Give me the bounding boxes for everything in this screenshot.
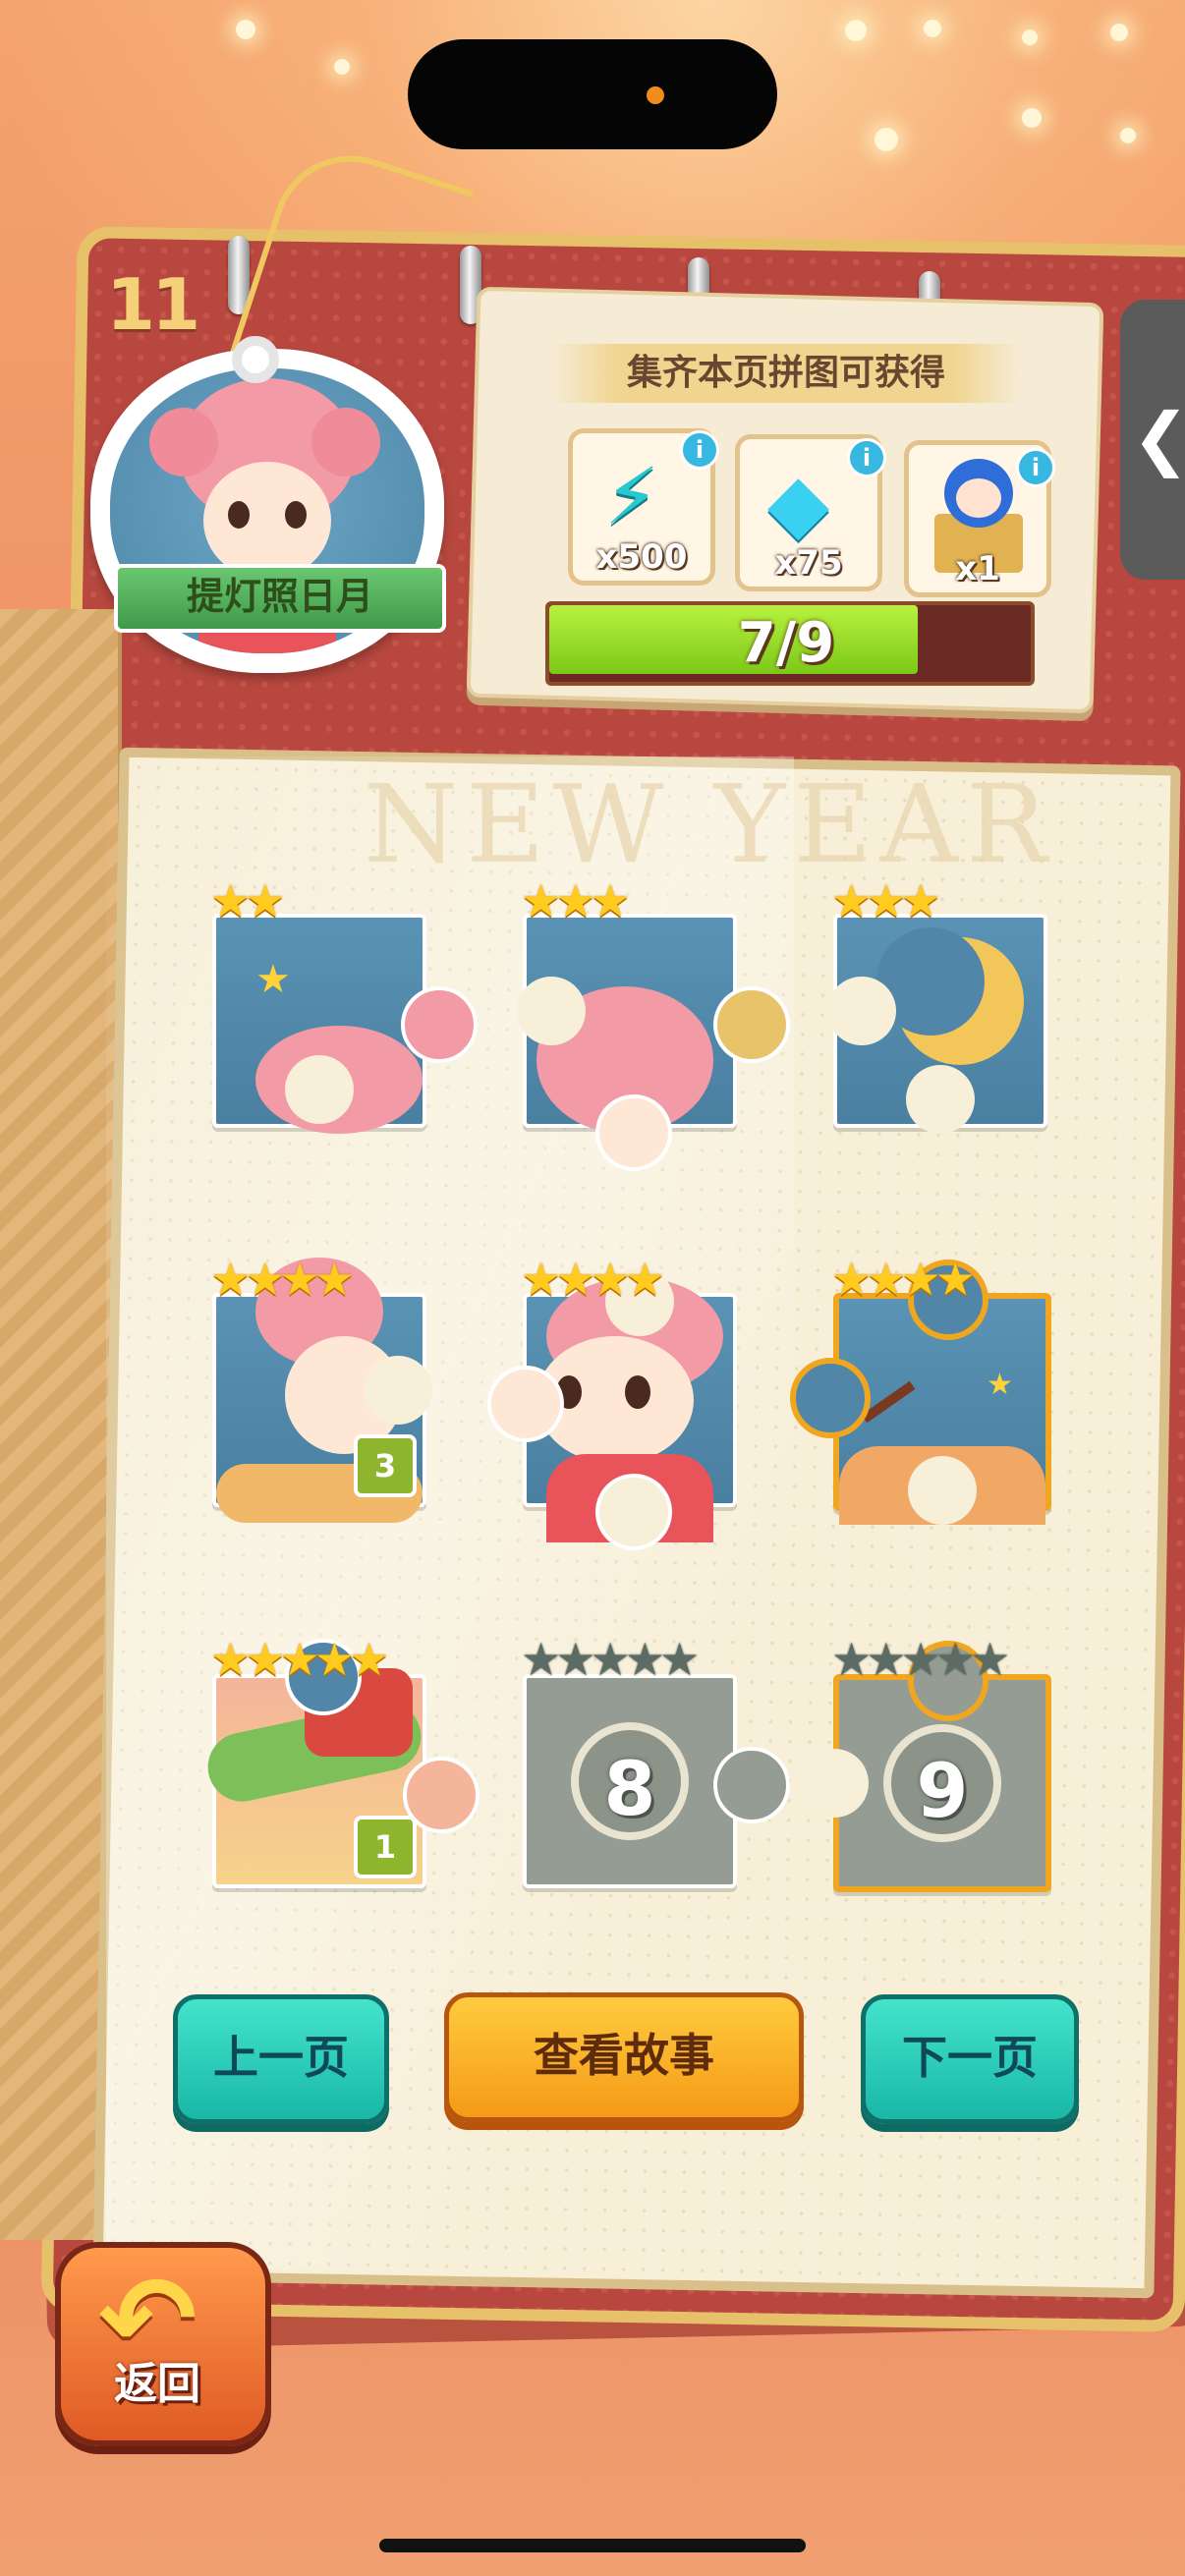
piece-stars: ★★★★ xyxy=(831,1256,976,1303)
puzzle-piece-9-locked[interactable]: 9 xyxy=(800,1641,1051,1892)
piece-stars: ★★★★★ xyxy=(521,1636,700,1683)
character-eye xyxy=(285,501,307,529)
light-bokeh xyxy=(1110,24,1128,41)
light-bokeh xyxy=(236,20,255,39)
puzzle-piece-8-locked[interactable]: 8 xyxy=(523,1674,790,1888)
piece-stars: ★★ xyxy=(210,877,286,924)
piece-socket xyxy=(517,977,586,1045)
piece-stars: ★★★ xyxy=(831,877,941,924)
light-bokeh xyxy=(1022,108,1042,128)
diamond-icon: ◆ xyxy=(767,457,830,550)
star-decoration-icon: ★ xyxy=(987,1368,1013,1402)
reward-quantity: x500 xyxy=(595,537,688,577)
light-bokeh xyxy=(1120,128,1136,143)
piece-knob xyxy=(595,1474,672,1550)
piece-count-badge: 3 xyxy=(354,1434,417,1497)
light-bokeh xyxy=(875,128,898,151)
home-indicator xyxy=(379,2539,806,2552)
side-drawer-tab[interactable]: ❮ xyxy=(1120,300,1185,580)
info-icon[interactable]: i xyxy=(680,430,719,470)
piece-knob xyxy=(401,986,478,1063)
back-button-label: 返回 xyxy=(114,2359,200,2409)
piece-socket xyxy=(827,977,896,1045)
star-filled-icon: ★ xyxy=(349,1633,390,1686)
piece-stars: ★★★ xyxy=(521,877,631,924)
star-decoration-icon: ★ xyxy=(255,957,291,1002)
character-name-banner: 提灯照日月 xyxy=(114,564,446,633)
camera-dot xyxy=(647,86,664,104)
collection-progress-text: 7/9 xyxy=(737,611,835,675)
info-icon[interactable]: i xyxy=(847,438,886,477)
piece-knob xyxy=(487,1366,564,1442)
reward-quantity: x1 xyxy=(955,549,1000,588)
piece-knob xyxy=(790,1358,871,1438)
star-filled-icon: ★ xyxy=(934,1253,976,1306)
star-filled-icon: ★ xyxy=(900,874,941,927)
light-bokeh xyxy=(924,20,941,37)
star-filled-icon: ★ xyxy=(313,1253,355,1306)
star-filled-icon: ★ xyxy=(245,874,286,927)
piece-art-eye xyxy=(625,1375,650,1409)
puzzle-piece-1[interactable]: ★ xyxy=(212,914,478,1134)
piece-stars: ★★★★★ xyxy=(831,1636,1010,1683)
piece-socket xyxy=(908,1456,977,1525)
info-icon[interactable]: i xyxy=(1016,448,1055,487)
piece-socket xyxy=(800,1749,869,1818)
prev-page-button[interactable]: 上一页 xyxy=(173,1994,389,2124)
light-bokeh xyxy=(1022,29,1038,45)
piece-count-badge: 1 xyxy=(354,1816,417,1878)
star-filled-icon: ★ xyxy=(590,874,631,927)
page-number: 11 xyxy=(106,263,200,346)
piece-knob xyxy=(713,986,790,1063)
next-page-button[interactable]: 下一页 xyxy=(861,1994,1079,2124)
star-empty-icon: ★ xyxy=(659,1633,701,1686)
locked-piece-number: 9 xyxy=(883,1724,1001,1842)
piece-socket xyxy=(906,1065,975,1134)
badge-hole xyxy=(232,336,279,383)
character-box-face xyxy=(956,478,1001,518)
puzzle-piece-2[interactable] xyxy=(517,914,790,1171)
dynamic-island xyxy=(408,39,777,149)
star-filled-icon: ★ xyxy=(624,1253,665,1306)
character-hair-bun xyxy=(311,408,380,476)
piece-knob xyxy=(595,1094,672,1171)
reward-quantity: x75 xyxy=(774,543,843,583)
light-bokeh xyxy=(845,20,867,41)
page-watermark: NEW YEAR xyxy=(364,761,1055,887)
piece-stars: ★★★★★ xyxy=(210,1636,389,1683)
view-story-button[interactable]: 查看故事 xyxy=(444,1992,804,2122)
energy-bolt-icon: ⚡ xyxy=(604,451,660,542)
light-bokeh xyxy=(334,59,350,75)
piece-socket xyxy=(364,1356,432,1425)
piece-knob xyxy=(713,1747,790,1823)
puzzle-piece-4[interactable]: 3 xyxy=(212,1258,432,1523)
character-face xyxy=(203,462,331,580)
puzzle-piece-5[interactable] xyxy=(487,1267,737,1550)
chevron-left-icon: ❮ xyxy=(1132,398,1185,478)
piece-stars: ★★★★ xyxy=(210,1256,355,1303)
puzzle-piece-7[interactable]: 1 xyxy=(201,1639,480,1888)
piece-stars: ★★★★ xyxy=(521,1256,665,1303)
piece-socket xyxy=(285,1055,354,1124)
character-eye xyxy=(228,501,250,529)
character-hair-bun xyxy=(149,408,218,476)
puzzle-piece-6[interactable]: ★ xyxy=(790,1260,1051,1525)
star-empty-icon: ★ xyxy=(970,1633,1011,1686)
locked-piece-number: 8 xyxy=(571,1722,689,1840)
puzzle-piece-3[interactable] xyxy=(827,914,1047,1134)
reward-title: 集齐本页拼图可获得 xyxy=(550,344,1022,403)
